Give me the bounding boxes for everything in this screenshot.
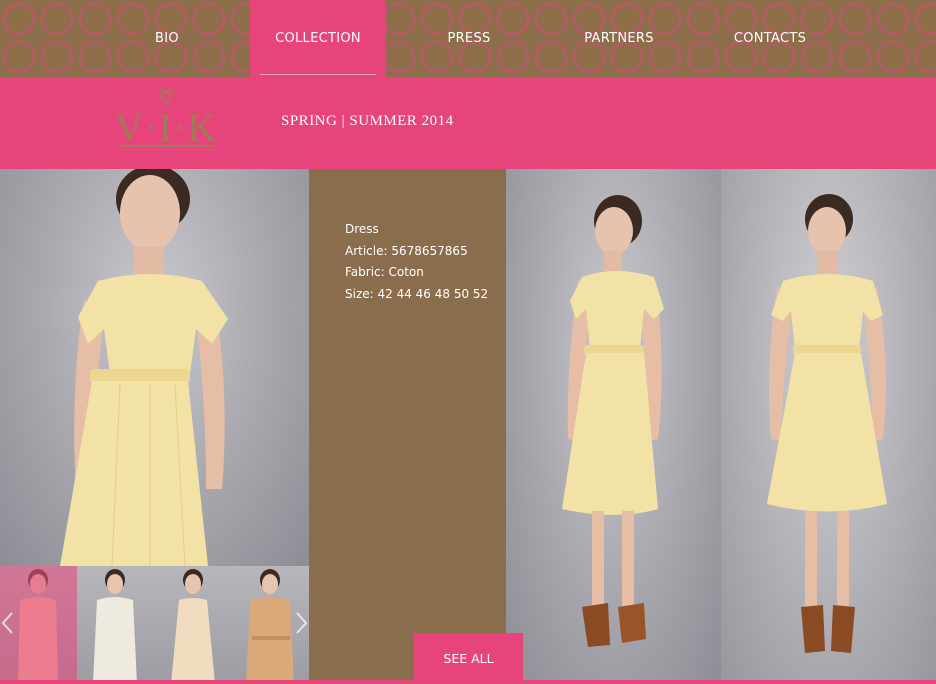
main-product-photo[interactable] [0,169,309,566]
nav-item-partners[interactable]: PARTNERS [564,0,674,77]
thumbnail-next-arrow-icon[interactable] [295,609,309,637]
nav-item-press[interactable]: PRESS [420,0,518,77]
vik-logo[interactable]: V·I·K · · · · [112,85,220,161]
product-name: Dress [345,222,379,236]
product-article: Article: 5678657865 [345,243,468,258]
product-info-panel: Dress Article: 5678657865 Fabric: Coton … [309,169,506,684]
season-title: SPRING | SUMMER 2014 [281,113,454,129]
thumbnail-3[interactable] [154,566,232,684]
top-navigation: BIO COLLECTION PRESS PARTNERS CONTACTS [0,0,936,77]
product-fabric: Fabric: Coton [345,265,424,279]
product-photo-front-view[interactable] [721,169,936,680]
nav-item-collection[interactable]: COLLECTION [250,0,386,77]
nav-item-bio[interactable]: BIO [118,0,216,77]
thumbnail-prev-arrow-icon[interactable] [0,609,14,637]
bottom-accent-bar [0,680,936,684]
thumbnail-2[interactable] [77,566,155,684]
product-photo-side-view[interactable] [506,169,721,680]
thumbnail-strip [0,566,309,684]
nav-item-contacts[interactable]: CONTACTS [720,0,820,77]
header-band: V·I·K · · · · SPRING | SUMMER 2014 [0,77,936,169]
product-sizes: Size: 42 44 46 48 50 52 [345,286,489,301]
see-all-button[interactable]: SEE ALL [414,633,523,684]
logo-text: V·I·K [115,105,218,150]
svg-text:· · · ·: · · · · [160,154,172,160]
